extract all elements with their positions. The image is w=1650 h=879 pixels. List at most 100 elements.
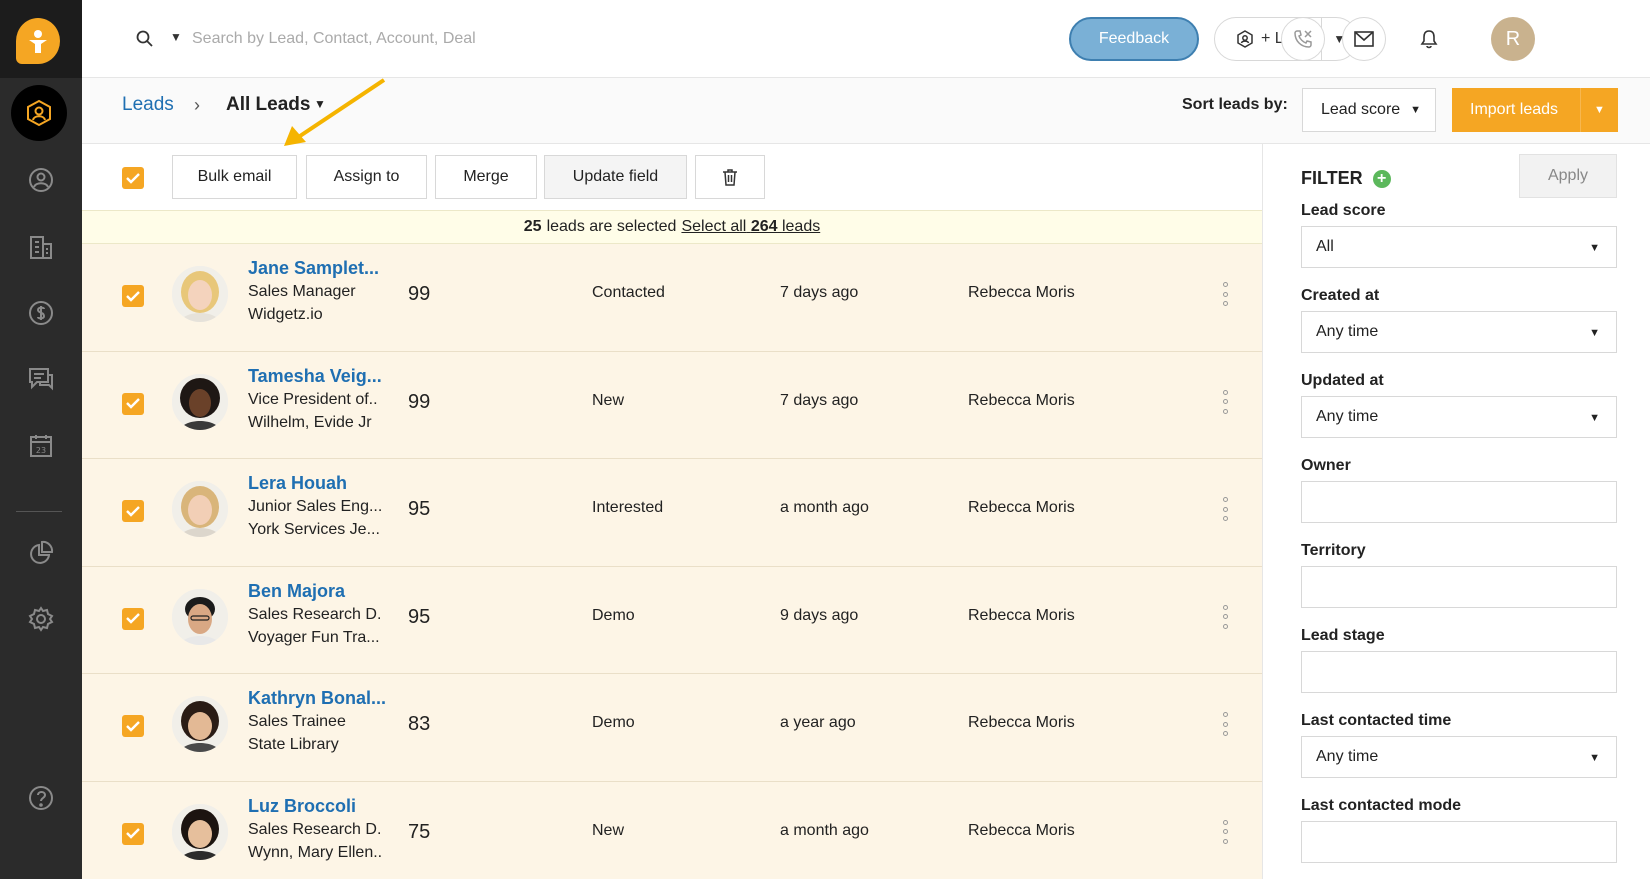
row-more-icon[interactable]	[1220, 604, 1230, 629]
select-all-link[interactable]: Select all 264 leads	[681, 218, 820, 236]
owner-field[interactable]	[1301, 481, 1617, 523]
select-all-suffix: leads	[781, 218, 821, 235]
nav-contacts-icon[interactable]	[21, 160, 61, 200]
search-icon[interactable]	[136, 30, 154, 53]
lead-row[interactable]: Ben Majora Sales Research D. Voyager Fun…	[82, 566, 1262, 674]
row-checkbox[interactable]	[122, 607, 144, 630]
last-contacted-mode-field[interactable]	[1301, 821, 1617, 863]
lead-name-link[interactable]: Tamesha Veig...	[248, 366, 382, 387]
lead-avatar	[172, 481, 228, 537]
lead-name-link[interactable]: Luz Broccoli	[248, 796, 356, 817]
lead-score: 95	[408, 498, 431, 520]
row-checkbox[interactable]	[122, 715, 144, 737]
last-contacted-time-label: Last contacted time	[1301, 712, 1452, 729]
row-more-icon[interactable]	[1220, 712, 1230, 736]
created-at-select[interactable]: Any time ▼	[1301, 311, 1617, 353]
apply-filter-button[interactable]: Apply	[1519, 154, 1617, 198]
nav-deals-icon[interactable]	[21, 293, 61, 333]
check-icon	[126, 828, 140, 839]
lead-name-link[interactable]: Ben Majora	[248, 581, 345, 602]
nav-calendar-icon[interactable]: 23	[21, 426, 61, 466]
row-more-icon[interactable]	[1220, 282, 1230, 306]
row-more-icon[interactable]	[1220, 389, 1230, 414]
lead-avatar	[172, 588, 228, 645]
lead-last-activity: a year ago	[780, 714, 856, 731]
help-icon[interactable]	[21, 778, 61, 818]
lead-title: Sales Trainee	[248, 713, 346, 730]
lead-score-caret-icon: ▼	[1589, 242, 1600, 254]
bulk-email-button[interactable]: Bulk email	[172, 155, 297, 199]
assign-to-button[interactable]: Assign to	[306, 155, 427, 199]
merge-button[interactable]: Merge	[435, 155, 537, 199]
app-logo-icon[interactable]	[16, 18, 60, 64]
import-leads-button-group: Import leads ▼	[1452, 88, 1618, 132]
lead-name-link[interactable]: Jane Samplet...	[248, 258, 379, 279]
import-leads-button[interactable]: Import leads	[1452, 101, 1580, 119]
lead-company: State Library	[248, 736, 339, 753]
nav-leads-icon[interactable]	[11, 85, 67, 141]
nav-conversations-icon[interactable]	[21, 359, 61, 399]
notifications-button[interactable]	[1407, 17, 1451, 61]
lead-owner: Rebecca Moris	[968, 606, 1075, 624]
lead-stage: Contacted	[592, 284, 665, 301]
sort-label: Sort leads by:	[1182, 96, 1288, 113]
lead-owner: Rebecca Moris	[968, 821, 1075, 839]
row-checkbox[interactable]	[122, 285, 144, 307]
delete-button[interactable]	[695, 155, 765, 199]
phone-button[interactable]	[1281, 17, 1325, 61]
nav-settings-icon[interactable]	[21, 599, 61, 639]
sidebar: 23	[0, 0, 82, 879]
check-icon	[126, 505, 140, 517]
nav-reports-icon[interactable]	[21, 533, 61, 573]
feedback-button[interactable]: Feedback	[1069, 17, 1199, 61]
sort-select[interactable]: Lead score ▼	[1302, 88, 1436, 132]
lead-score-select[interactable]: All ▼	[1301, 226, 1617, 268]
phone-disabled-icon	[1294, 30, 1312, 48]
lead-row[interactable]: Lera Houah Junior Sales Eng... York Serv…	[82, 459, 1262, 567]
row-more-icon[interactable]	[1220, 497, 1230, 521]
search-scope-caret-icon[interactable]: ▼	[170, 30, 182, 44]
selected-count: 25	[523, 218, 542, 235]
territory-label: Territory	[1301, 542, 1366, 559]
lead-stage-field[interactable]	[1301, 651, 1617, 693]
top-bar: ▼ Feedback + Lead ▼ R	[82, 0, 1650, 78]
row-more-icon[interactable]	[1220, 819, 1230, 844]
row-checkbox[interactable]	[122, 392, 144, 415]
email-button[interactable]	[1342, 17, 1386, 61]
lead-score: 75	[408, 820, 431, 843]
lead-row[interactable]: Kathryn Bonal... Sales Trainee State Lib…	[82, 674, 1262, 782]
global-search-input[interactable]	[192, 24, 612, 54]
lead-last-activity: 7 days ago	[780, 391, 859, 409]
lead-row[interactable]: Tamesha Veig... Vice President of.. Wilh…	[82, 351, 1262, 459]
check-icon	[126, 720, 140, 732]
created-at-caret-icon: ▼	[1589, 327, 1600, 339]
lead-avatar	[172, 266, 228, 322]
breadcrumb-leads-link[interactable]: Leads	[122, 94, 174, 116]
bulk-action-bar: Bulk email Assign to Merge Update field	[82, 144, 1262, 210]
update-field-button[interactable]: Update field	[544, 155, 687, 199]
updated-at-select[interactable]: Any time ▼	[1301, 396, 1617, 438]
updated-at-label: Updated at	[1301, 372, 1384, 389]
add-filter-icon[interactable]: +	[1372, 169, 1391, 188]
check-icon	[126, 398, 140, 409]
updated-at-value: Any time	[1316, 408, 1379, 425]
updated-at-caret-icon: ▼	[1589, 412, 1600, 424]
select-all-checkbox[interactable]	[122, 167, 144, 189]
user-avatar[interactable]: R	[1491, 17, 1535, 61]
last-contacted-mode-label: Last contacted mode	[1301, 797, 1462, 814]
row-checkbox[interactable]	[122, 822, 144, 845]
nav-accounts-icon[interactable]	[21, 227, 61, 267]
lead-row[interactable]: Jane Samplet... Sales Manager Widgetz.io…	[82, 244, 1262, 352]
lead-name-link[interactable]: Kathryn Bonal...	[248, 688, 386, 709]
last-contacted-time-select[interactable]: Any time ▼	[1301, 736, 1617, 778]
lead-row[interactable]: Luz Broccoli Sales Research D. Wynn, Mar…	[82, 781, 1262, 879]
total-count: 264	[750, 218, 778, 235]
territory-field[interactable]	[1301, 566, 1617, 608]
lead-name-link[interactable]: Lera Houah	[248, 473, 347, 494]
select-all-prefix: Select all	[681, 218, 747, 235]
svg-text:23: 23	[36, 446, 46, 455]
row-checkbox[interactable]	[122, 500, 144, 522]
logo-area	[0, 0, 82, 78]
created-at-value: Any time	[1316, 323, 1379, 340]
import-dropdown-icon[interactable]: ▼	[1580, 88, 1618, 132]
